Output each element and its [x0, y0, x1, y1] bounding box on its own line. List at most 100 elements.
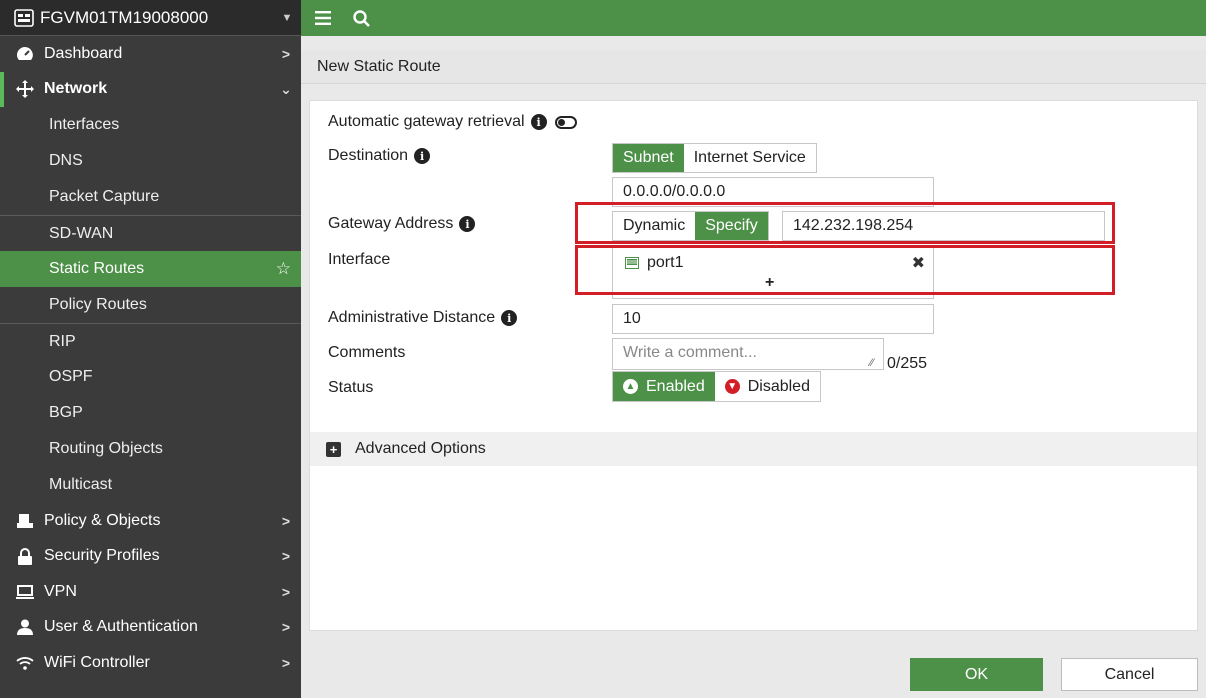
destination-input[interactable]: 0.0.0.0/0.0.0.0 — [612, 177, 934, 207]
chevron-down-icon: ⌄ — [280, 80, 292, 97]
sidebar-sub-rip[interactable]: RIP — [0, 323, 301, 359]
add-interface-icon[interactable]: + — [765, 274, 774, 292]
auto-gateway-row: Automatic gateway retrieval i — [328, 113, 577, 131]
advanced-options-label: Advanced Options — [355, 440, 486, 457]
interface-label: Interface — [328, 251, 391, 268]
info-icon[interactable]: i — [459, 216, 476, 232]
network-icon — [14, 80, 36, 99]
sidebar-item-policy-objects[interactable]: Policy & Objects > — [0, 503, 301, 539]
device-icon — [14, 8, 34, 27]
gateway-label: Gateway Address — [328, 215, 454, 232]
interface-value: port1 — [647, 254, 684, 271]
auto-gateway-label: Automatic gateway retrieval — [328, 113, 525, 130]
sidebar-item-label: Policy & Objects — [44, 511, 161, 529]
comments-textarea[interactable]: Write a comment... — [612, 338, 884, 370]
menu-icon[interactable] — [315, 11, 331, 25]
remove-icon[interactable]: ✖ — [912, 253, 925, 273]
gateway-type-toggle: Dynamic Specify — [612, 211, 769, 241]
status-label: Status — [328, 379, 374, 396]
sidebar-sub-label: Static Routes — [49, 260, 145, 277]
sidebar-sub-ospf[interactable]: OSPF — [0, 359, 301, 395]
gateway-dynamic-option[interactable]: Dynamic — [613, 212, 696, 240]
status-disabled-option[interactable]: ▼ Disabled — [715, 372, 820, 401]
chevron-right-icon: > — [281, 583, 291, 600]
destination-subnet-option[interactable]: Subnet — [613, 144, 684, 172]
sidebar-item-label: User & Authentication — [44, 618, 198, 636]
admin-distance-label: Administrative Distance — [328, 309, 496, 326]
search-icon[interactable] — [353, 9, 370, 27]
interface-entry: port1 — [625, 254, 683, 272]
sidebar-item-dashboard[interactable]: Dashboard > — [0, 36, 301, 72]
vpn-icon — [14, 583, 36, 601]
destination-label: Destination — [328, 147, 409, 164]
device-name: FGVM01TM19008000 — [40, 7, 209, 27]
destination-row: Destination i — [328, 147, 431, 165]
caret-down-icon: ▼ — [281, 11, 293, 24]
interface-select[interactable]: port1 ✖ + — [612, 247, 934, 299]
sidebar-item-label: VPN — [44, 582, 77, 600]
sidebar-item-label: Network — [44, 80, 108, 98]
gateway-row: Gateway Address i — [328, 215, 476, 233]
arrow-up-circle-icon: ▲ — [623, 379, 638, 394]
page-title: New Static Route — [301, 50, 1206, 84]
interface-row: Interface — [328, 251, 390, 269]
sidebar: FGVM01TM19008000 ▼ Dashboard > Network ⌄… — [0, 0, 301, 698]
sidebar-item-label: Security Profiles — [44, 547, 160, 565]
device-selector[interactable]: FGVM01TM19008000 ▼ — [0, 0, 301, 36]
sidebar-sub-sd-wan[interactable]: SD-WAN — [0, 215, 301, 251]
chevron-right-icon: > — [281, 548, 291, 565]
chevron-right-icon: > — [281, 654, 291, 671]
sidebar-item-label: Dashboard — [44, 44, 123, 62]
advanced-options-toggle[interactable]: + Advanced Options — [310, 432, 1197, 466]
status-row: Status — [328, 379, 373, 397]
sidebar-item-label: WiFi Controller — [44, 653, 150, 671]
sidebar-item-vpn[interactable]: VPN > — [0, 574, 301, 610]
admin-distance-row: Administrative Distance i — [328, 309, 518, 327]
port-icon — [625, 257, 639, 269]
info-icon[interactable]: i — [414, 148, 431, 164]
sidebar-sub-policy-routes[interactable]: Policy Routes — [0, 287, 301, 323]
chevron-right-icon: > — [281, 619, 291, 636]
chevron-right-icon: > — [281, 512, 291, 529]
sidebar-sub-bgp[interactable]: BGP — [0, 395, 301, 431]
dashboard-icon — [14, 45, 36, 63]
sidebar-item-wifi-controller[interactable]: WiFi Controller > — [0, 645, 301, 681]
sidebar-sub-packet-capture[interactable]: Packet Capture — [0, 179, 301, 215]
status-enabled-option[interactable]: ▲ Enabled — [613, 372, 715, 401]
sidebar-item-network[interactable]: Network ⌄ — [0, 71, 301, 107]
static-route-form: Automatic gateway retrieval i Destinatio… — [309, 100, 1198, 631]
status-toggle: ▲ Enabled ▼ Disabled — [612, 371, 821, 402]
gateway-input[interactable]: 142.232.198.254 — [782, 211, 1105, 241]
sidebar-sub-static-routes[interactable]: Static Routes ☆ — [0, 251, 301, 287]
sidebar-sub-interfaces[interactable]: Interfaces — [0, 107, 301, 143]
arrow-down-circle-icon: ▼ — [724, 379, 740, 394]
user-icon — [14, 618, 36, 636]
sidebar-sub-routing-objects[interactable]: Routing Objects — [0, 431, 301, 467]
status-disabled-label: Disabled — [747, 377, 810, 395]
destination-type-toggle: Subnet Internet Service — [612, 143, 817, 173]
sidebar-sub-multicast[interactable]: Multicast — [0, 467, 301, 503]
top-bar — [301, 0, 1206, 36]
comments-label: Comments — [328, 344, 406, 361]
sidebar-item-security-profiles[interactable]: Security Profiles > — [0, 539, 301, 575]
expand-icon: + — [326, 441, 341, 457]
comments-counter: 0/255 — [887, 355, 928, 372]
info-icon[interactable]: i — [501, 310, 518, 326]
destination-internet-service-option[interactable]: Internet Service — [683, 144, 816, 172]
status-enabled-label: Enabled — [646, 377, 705, 395]
cancel-button[interactable]: Cancel — [1061, 658, 1198, 691]
chevron-right-icon: > — [281, 45, 291, 62]
sidebar-sub-dns[interactable]: DNS — [0, 143, 301, 179]
wifi-icon — [14, 654, 36, 672]
lock-icon — [14, 547, 36, 565]
policy-icon — [14, 512, 36, 530]
auto-gateway-toggle[interactable] — [554, 115, 577, 129]
star-icon[interactable]: ☆ — [276, 259, 291, 279]
comments-row: Comments — [328, 344, 405, 362]
resize-handle-icon[interactable]: ⁄⁄ — [870, 357, 874, 369]
gateway-specify-option[interactable]: Specify — [695, 212, 768, 240]
info-icon[interactable]: i — [530, 114, 547, 130]
admin-distance-input[interactable]: 10 — [612, 304, 934, 334]
sidebar-item-user-auth[interactable]: User & Authentication > — [0, 610, 301, 646]
ok-button[interactable]: OK — [910, 658, 1043, 691]
